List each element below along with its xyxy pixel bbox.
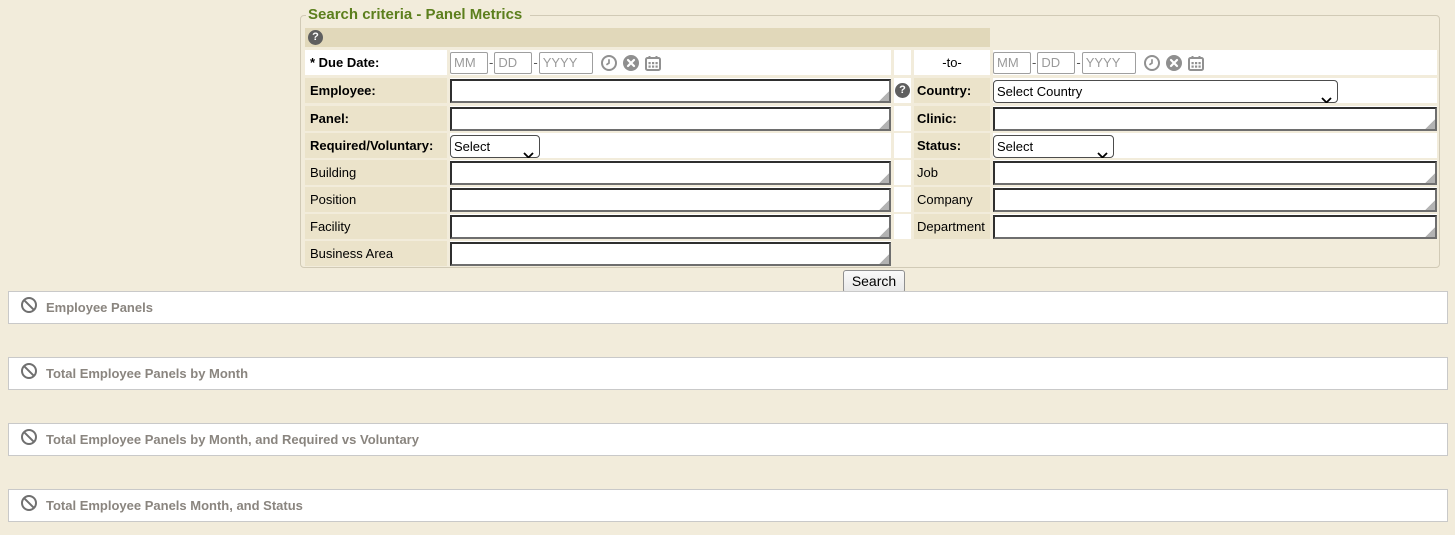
due-date-from-group: - - [450, 50, 662, 75]
facility-label: Facility [305, 214, 447, 239]
status-select[interactable]: Select [993, 135, 1114, 158]
job-cell [993, 160, 1437, 185]
panel-cell [450, 106, 891, 131]
clinic-cell [993, 106, 1437, 131]
help-bar: ? [305, 28, 990, 47]
spacer-cell [894, 214, 911, 239]
required-voluntary-cell: Select [450, 133, 891, 158]
due-date-to-day-input[interactable] [1037, 52, 1075, 74]
date-separator: - [1076, 50, 1080, 75]
due-date-from-year-input[interactable] [539, 52, 593, 74]
prohibited-icon [20, 494, 38, 517]
business-area-label: Business Area [305, 241, 447, 266]
accordion-title: Employee Panels [46, 300, 153, 315]
due-date-to-cell: - - [993, 50, 1437, 75]
accordion-title: Total Employee Panels by Month, and Requ… [46, 432, 419, 447]
spacer-cell [894, 133, 911, 158]
position-input[interactable] [450, 188, 891, 212]
row-building-job: Building Job [305, 160, 1437, 185]
date-separator: - [1032, 50, 1036, 75]
accordion-employee-panels[interactable]: Employee Panels [8, 291, 1448, 324]
accordion-total-by-month-required-voluntary[interactable]: Total Employee Panels by Month, and Requ… [8, 423, 1448, 456]
row-facility-department: Facility Department [305, 214, 1437, 239]
employee-label: Employee: [305, 78, 447, 103]
facility-input[interactable] [450, 215, 891, 239]
spacer-cell [894, 106, 911, 131]
due-date-from-month-input[interactable] [450, 52, 488, 74]
accordion-title: Total Employee Panels by Month [46, 366, 248, 381]
clear-date-icon[interactable] [622, 54, 640, 72]
prohibited-icon [20, 428, 38, 451]
row-position-company: Position Company [305, 187, 1437, 212]
accordion-total-by-month[interactable]: Total Employee Panels by Month [8, 357, 1448, 390]
calendar-icon[interactable] [644, 54, 662, 72]
company-cell [993, 187, 1437, 212]
spacer-cell [914, 241, 990, 266]
accordion-total-month-status[interactable]: Total Employee Panels Month, and Status [8, 489, 1448, 522]
prohibited-icon [20, 296, 38, 319]
spacer-cell [894, 50, 911, 75]
business-area-input[interactable] [450, 242, 891, 266]
position-label: Position [305, 187, 447, 212]
spacer-cell [894, 160, 911, 185]
row-employee-country: Employee: ? Country: Select Country [305, 78, 1437, 103]
required-voluntary-select[interactable]: Select [450, 135, 540, 158]
row-due-date: * Due Date: - - [305, 50, 1437, 75]
spacer-cell [993, 241, 1437, 266]
job-label: Job [914, 160, 990, 185]
status-label: Status: [914, 133, 990, 158]
date-separator: - [533, 50, 537, 75]
building-label: Building [305, 160, 447, 185]
panel-input[interactable] [450, 107, 891, 131]
clear-date-icon[interactable] [1165, 54, 1183, 72]
department-cell [993, 214, 1437, 239]
calendar-icon[interactable] [1187, 54, 1205, 72]
status-cell: Select [993, 133, 1437, 158]
due-date-to-group: - - [993, 50, 1205, 75]
employee-input[interactable] [450, 79, 891, 103]
employee-help-cell: ? [894, 78, 911, 103]
employee-help-icon[interactable]: ? [895, 83, 910, 98]
department-label: Department [914, 214, 990, 239]
accordion-title: Total Employee Panels Month, and Status [46, 498, 303, 513]
country-cell: Select Country [993, 78, 1437, 103]
row-required-status: Required/Voluntary: Select Status: Selec… [305, 133, 1437, 158]
building-input[interactable] [450, 161, 891, 185]
due-date-from-day-input[interactable] [494, 52, 532, 74]
position-cell [450, 187, 891, 212]
building-cell [450, 160, 891, 185]
row-panel-clinic: Panel: Clinic: [305, 106, 1437, 131]
date-separator: - [489, 50, 493, 75]
prohibited-icon [20, 362, 38, 385]
clock-icon[interactable] [1143, 54, 1161, 72]
due-date-to-month-input[interactable] [993, 52, 1031, 74]
clock-icon[interactable] [600, 54, 618, 72]
spacer-cell [894, 241, 911, 266]
help-icon[interactable]: ? [308, 30, 323, 45]
required-voluntary-label: Required/Voluntary: [305, 133, 447, 158]
to-label: -to- [914, 50, 990, 75]
job-input[interactable] [993, 161, 1437, 185]
search-criteria-legend: Search criteria - Panel Metrics [306, 6, 530, 24]
clinic-label: Clinic: [914, 106, 990, 131]
due-date-from-cell: - - [450, 50, 891, 75]
due-date-to-year-input[interactable] [1082, 52, 1136, 74]
clinic-input[interactable] [993, 107, 1437, 131]
due-date-from-icons [600, 54, 662, 72]
company-input[interactable] [993, 188, 1437, 212]
row-business-area: Business Area [305, 241, 1437, 266]
panel-label: Panel: [305, 106, 447, 131]
employee-cell [450, 78, 891, 103]
country-label: Country: [914, 78, 990, 103]
search-button[interactable]: Search [843, 270, 905, 293]
due-date-label: * Due Date: [305, 50, 447, 75]
business-area-cell [450, 241, 891, 266]
spacer-cell [894, 187, 911, 212]
company-label: Company [914, 187, 990, 212]
panel-metrics-page: Search criteria - Panel Metrics ? * Due … [0, 0, 1455, 535]
country-select[interactable]: Select Country [993, 80, 1338, 103]
due-date-to-icons [1143, 54, 1205, 72]
facility-cell [450, 214, 891, 239]
department-input[interactable] [993, 215, 1437, 239]
